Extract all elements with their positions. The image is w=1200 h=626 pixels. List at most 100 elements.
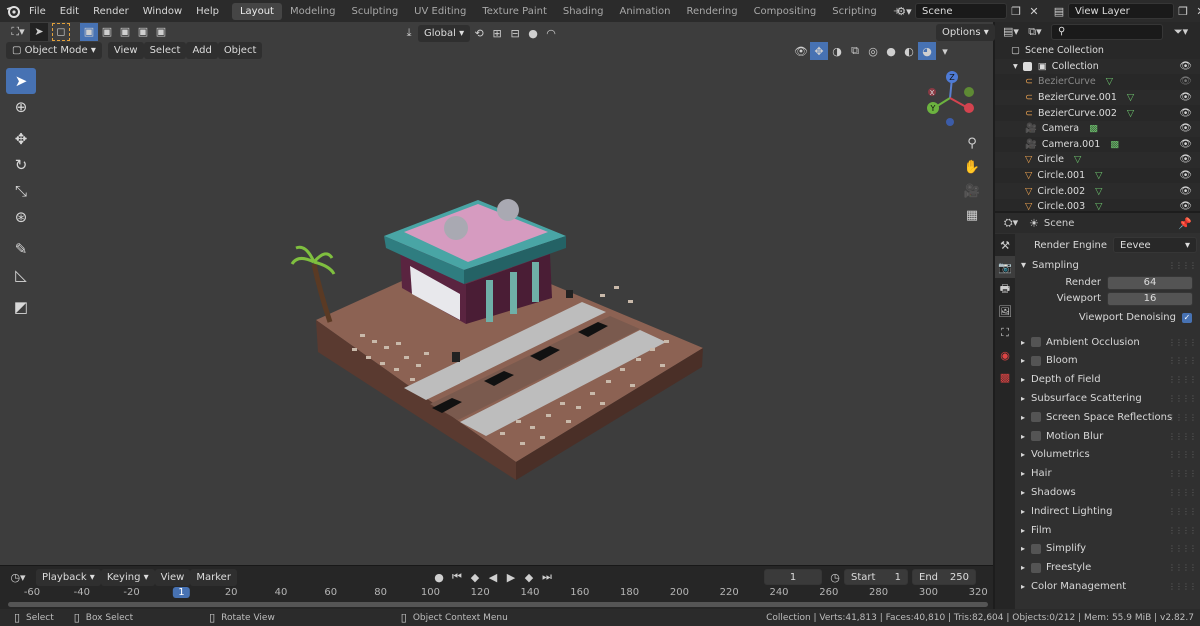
filter-icon[interactable]: ⏷▾	[1169, 23, 1193, 41]
scene-tab-icon[interactable]: ⛶	[995, 322, 1015, 344]
shading-rendered-icon[interactable]: ◕	[918, 42, 936, 60]
tab-layout[interactable]: Layout	[231, 2, 282, 20]
panel-subsurface-scattering[interactable]: ▸ Subsurface Scattering ⋮⋮⋮⋮	[1017, 389, 1200, 408]
move-tool-icon[interactable]: ✥	[6, 126, 36, 152]
xray-icon[interactable]: ⧉	[846, 42, 864, 60]
tab-uv-editing[interactable]: UV Editing	[406, 3, 474, 20]
timeline-scrollbar[interactable]	[8, 602, 988, 607]
outliner-item[interactable]: ▽ Circle ▽ 👁	[995, 152, 1200, 168]
object-mode-dropdown[interactable]: ▢ Object Mode ▾	[6, 42, 102, 59]
select-extend-icon[interactable]: ▣	[98, 23, 116, 41]
tab-sculpting[interactable]: Sculpting	[343, 3, 406, 20]
eye-icon[interactable]: 👁	[1179, 139, 1192, 150]
shading-options-icon[interactable]: ▾	[936, 42, 954, 60]
menu-help[interactable]: Help	[189, 6, 226, 17]
shading-wireframe-icon[interactable]: ◎	[864, 42, 882, 60]
transform-orientation-icon[interactable]: ⤓	[400, 24, 418, 42]
texture-tab-icon[interactable]: ▩	[995, 366, 1015, 388]
tab-modeling[interactable]: Modeling	[282, 3, 344, 20]
pan-hand-icon[interactable]: ✋	[961, 156, 983, 178]
snap-icon[interactable]: ⊞	[488, 24, 506, 42]
panel-simplify[interactable]: ▸ Simplify ⋮⋮⋮⋮	[1017, 540, 1200, 559]
panel-film[interactable]: ▸ Film ⋮⋮⋮⋮	[1017, 521, 1200, 540]
data-icon[interactable]: ▩	[1110, 139, 1119, 150]
outliner-item[interactable]: ⊂ BezierCurve.001 ▽ 👁	[995, 89, 1200, 106]
menu-file[interactable]: File	[22, 6, 53, 17]
menu-render[interactable]: Render	[86, 6, 136, 17]
blender-logo-icon[interactable]	[4, 2, 22, 20]
remove-view-layer-icon[interactable]: ✕	[1192, 2, 1200, 20]
data-icon[interactable]: ▽	[1074, 154, 1081, 165]
marker-menu[interactable]: Marker	[190, 568, 237, 586]
outliner-collection[interactable]: ▾ ▣ Collection 👁	[995, 58, 1200, 75]
scene-field[interactable]: Scene	[915, 3, 1007, 19]
new-view-layer-icon[interactable]: ❐	[1174, 2, 1192, 20]
panel-enable-checkbox[interactable]	[1031, 431, 1042, 442]
view-layer-icon[interactable]: ▤	[1050, 2, 1068, 20]
perspective-grid-icon[interactable]: ▦	[961, 204, 983, 226]
menu-window[interactable]: Window	[136, 6, 189, 17]
tab-compositing[interactable]: Compositing	[746, 3, 825, 20]
timeline-editor-icon[interactable]: ◷▾	[6, 568, 30, 586]
select-box-tool-icon[interactable]: ➤	[6, 68, 36, 94]
select-intersect-icon[interactable]: ▣	[152, 23, 170, 41]
record-icon[interactable]: ●	[430, 568, 448, 586]
world-tab-icon[interactable]: ◉	[995, 344, 1015, 366]
view-layer-field[interactable]: View Layer	[1068, 3, 1174, 19]
view-layer-tab-icon[interactable]: 🖼	[995, 300, 1015, 322]
zoom-icon[interactable]: ⚲	[961, 132, 983, 154]
navigation-gizmo[interactable]: Z Y X	[918, 68, 982, 130]
data-icon[interactable]: ▩	[1089, 123, 1098, 134]
outliner-item[interactable]: ▽ Circle.002 ▽ 👁	[995, 183, 1200, 199]
menu-view[interactable]: View	[107, 42, 144, 59]
pin-icon[interactable]: 📌	[1178, 217, 1192, 230]
select-new-icon[interactable]: ▣	[80, 22, 98, 41]
outliner-scene-collection[interactable]: ▢ Scene Collection	[995, 43, 1200, 59]
current-frame-field[interactable]: 1	[764, 569, 822, 585]
start-frame-field[interactable]: Start 1	[844, 569, 908, 585]
outliner-item[interactable]: 🎥 Camera ▩ 👁	[995, 120, 1200, 137]
panel-freestyle[interactable]: ▸ Freestyle ⋮⋮⋮⋮	[1017, 558, 1200, 577]
jump-start-icon[interactable]: ⏮	[448, 568, 466, 586]
panel-shadows[interactable]: ▸ Shadows ⋮⋮⋮⋮	[1017, 483, 1200, 502]
menu-add[interactable]: Add	[186, 42, 218, 59]
transform-tool-icon[interactable]: ⊛	[6, 204, 36, 230]
proportional-edit-icon[interactable]: ●	[524, 24, 542, 42]
transform-orientation-dropdown[interactable]: Global ▾	[418, 24, 471, 42]
eye-icon[interactable]: 👁	[1179, 186, 1192, 197]
panel-motion-blur[interactable]: ▸ Motion Blur ⋮⋮⋮⋮	[1017, 427, 1200, 446]
tab-shading[interactable]: Shading	[555, 3, 612, 20]
viewport-denoising-checkbox[interactable]: ✓	[1182, 312, 1192, 323]
scene-icon[interactable]: ⚙▾	[893, 2, 915, 20]
select-tool-icon[interactable]: ➤	[30, 22, 48, 41]
collection-checkbox[interactable]	[1022, 61, 1032, 71]
gizmo-toggle-icon[interactable]: ✥	[810, 42, 828, 60]
panel-enable-checkbox[interactable]	[1031, 543, 1042, 554]
panel-ambient-occlusion[interactable]: ▸ Ambient Occlusion ⋮⋮⋮⋮	[1017, 333, 1200, 352]
data-icon[interactable]: ▽	[1095, 201, 1102, 212]
panel-enable-checkbox[interactable]	[1031, 337, 1042, 348]
select-invert-icon[interactable]: ▣	[134, 23, 152, 41]
panel-bloom[interactable]: ▸ Bloom ⋮⋮⋮⋮	[1017, 352, 1200, 371]
render-tab-icon[interactable]: 📷	[995, 256, 1015, 278]
add-cube-tool-icon[interactable]: ◩	[6, 294, 36, 320]
eye-icon[interactable]: 👁	[1179, 76, 1192, 87]
panel-indirect-lighting[interactable]: ▸ Indirect Lighting ⋮⋮⋮⋮	[1017, 502, 1200, 521]
eye-icon[interactable]: 👁	[1179, 61, 1192, 72]
cursor-tool-icon[interactable]: ⊕	[6, 94, 36, 120]
3d-viewport[interactable]	[0, 22, 993, 565]
panel-enable-checkbox[interactable]	[1031, 355, 1042, 366]
snap-target-icon[interactable]: ⊟	[506, 24, 524, 42]
display-mode-icon[interactable]: ⧉▾	[1023, 23, 1047, 41]
options-button[interactable]: Options ▾	[936, 24, 995, 41]
data-icon[interactable]: ▽	[1127, 92, 1134, 103]
panel-volumetrics[interactable]: ▸ Volumetrics ⋮⋮⋮⋮	[1017, 446, 1200, 465]
shading-solid-icon[interactable]: ●	[882, 42, 900, 60]
frame-ruler[interactable]: -60 -40 -20 1 20 40 60 80 100 120 140 160 180 200 220 2…	[0, 587, 993, 602]
box-select-mode-icon[interactable]: ◻	[52, 22, 70, 41]
render-engine-dropdown[interactable]: Eevee ▾	[1113, 237, 1197, 253]
play-icon[interactable]: ▶	[502, 568, 520, 586]
panel-enable-checkbox[interactable]	[1031, 412, 1042, 423]
panel-enable-checkbox[interactable]	[1031, 562, 1042, 573]
data-icon[interactable]: ▽	[1127, 108, 1134, 119]
